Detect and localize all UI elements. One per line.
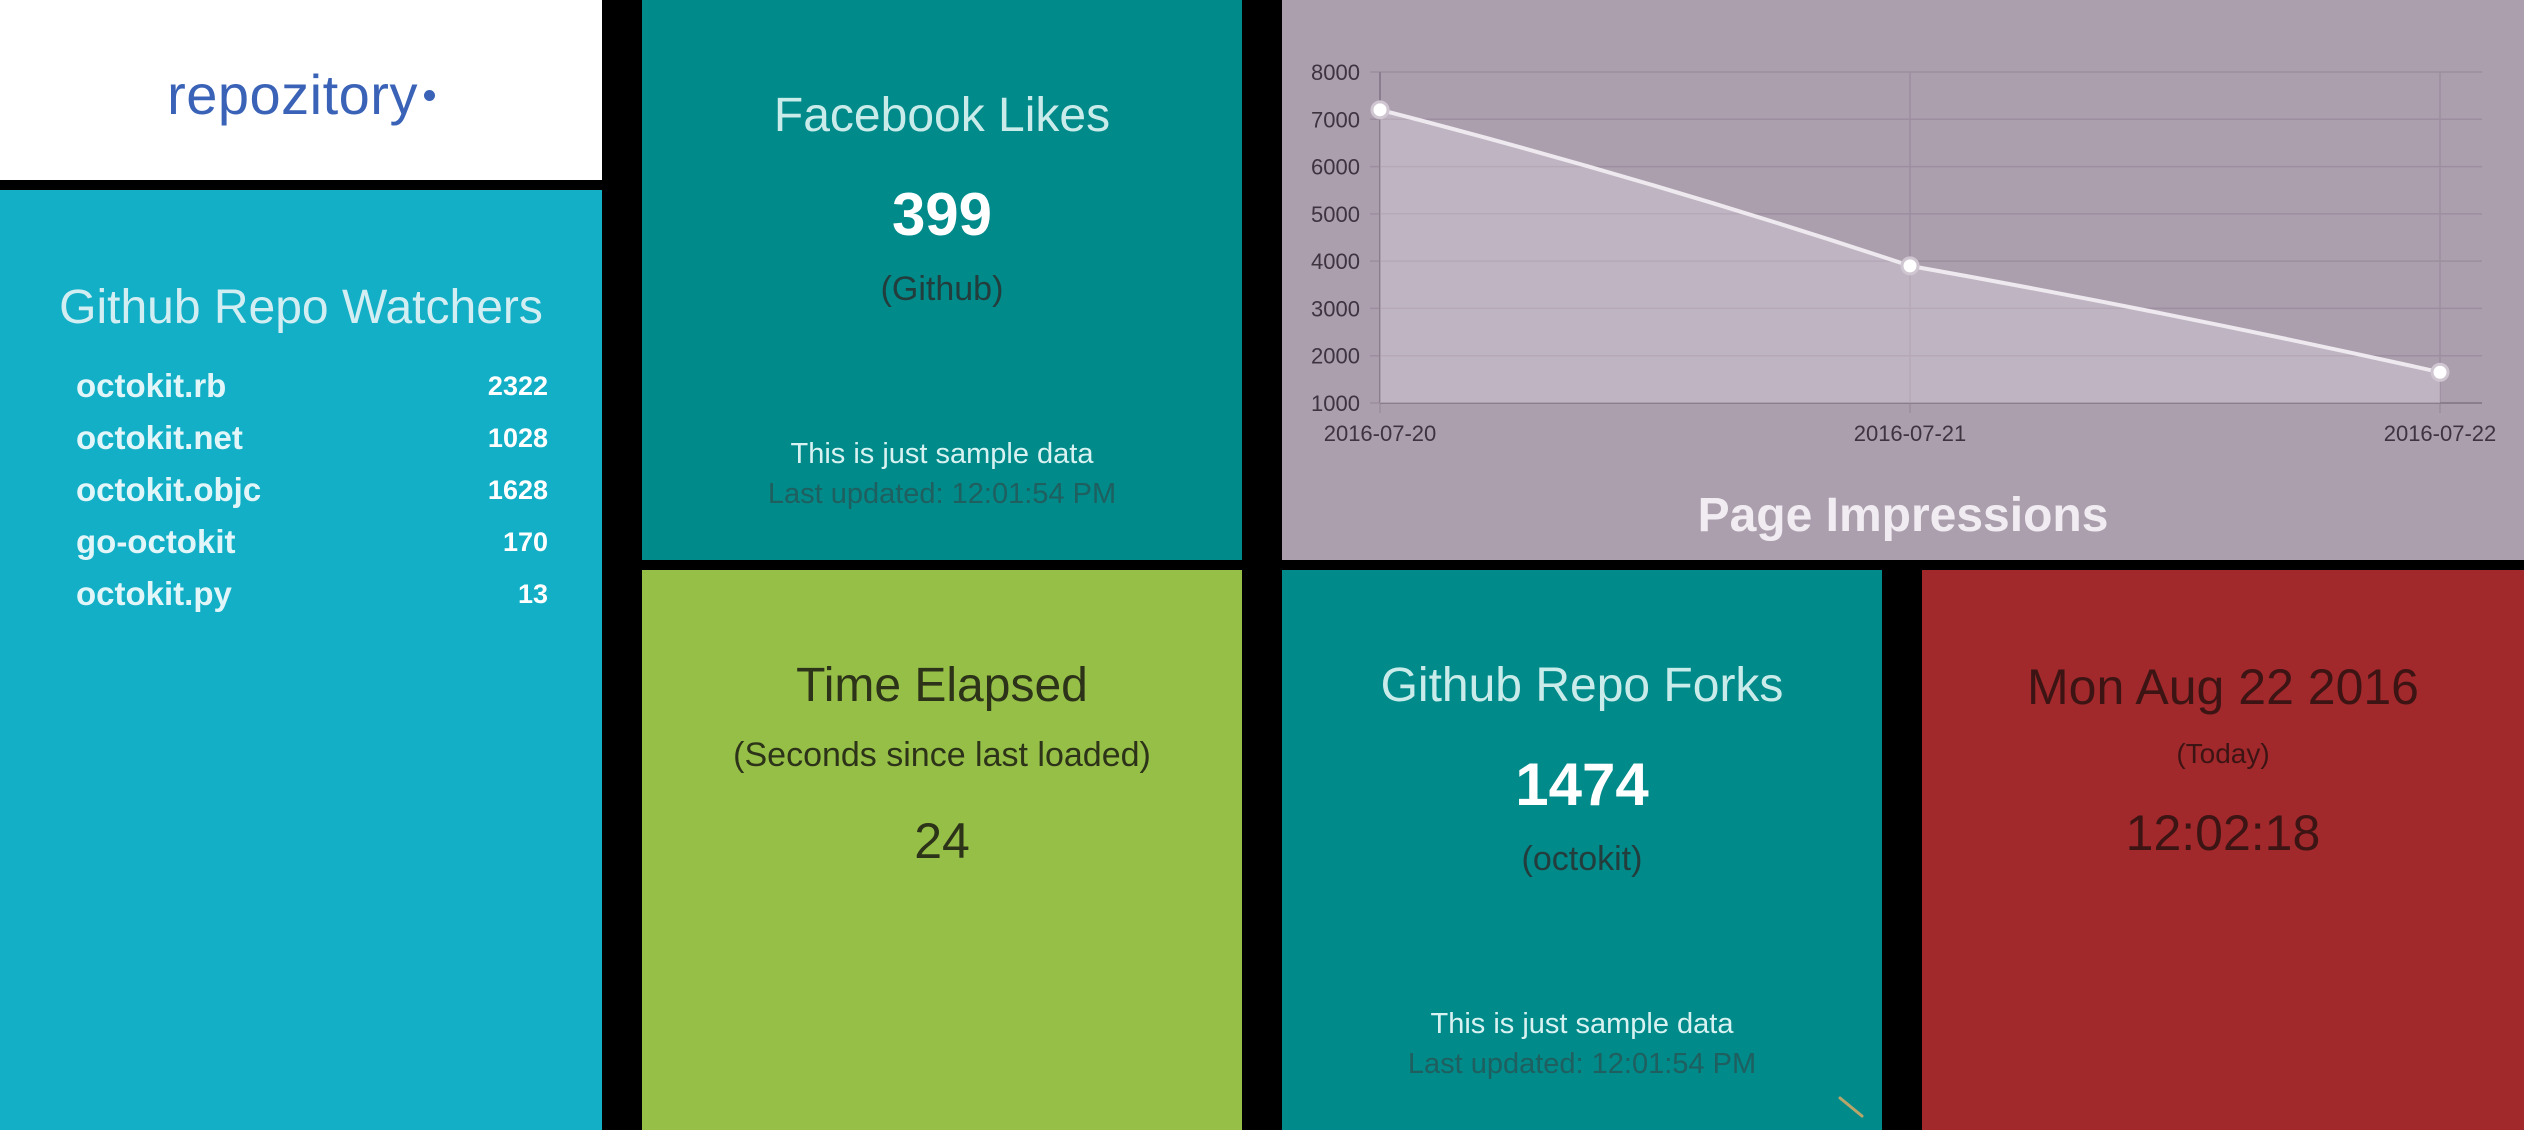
list-item-label: octokit.rb xyxy=(76,367,227,404)
chart-title: Page Impressions xyxy=(1697,489,2109,542)
logo: repozitory xyxy=(0,62,602,127)
widget-subtitle: (Seconds since last loaded) xyxy=(733,736,1151,774)
impressions-chart: 1000 2000 3000 4000 5000 6000 7000 8000 2016-07-… xyxy=(1311,60,2497,446)
facebook-likes-widget: Facebook Likes 399 (Github) This is just… xyxy=(642,0,1242,560)
list-item-value: 1628 xyxy=(487,474,548,505)
list-item: go-octokit 170 xyxy=(76,516,548,568)
list-item-value: 13 xyxy=(517,578,548,609)
x-tick-label: 2016-07-22 xyxy=(2384,421,2497,446)
widget-value: 1474 xyxy=(1515,751,1649,818)
widget-title: Github Repo Forks xyxy=(1380,659,1784,712)
watchers-widget: Github Repo Watchers octokit.rb 2322 oct… xyxy=(0,190,602,1130)
data-point xyxy=(1900,256,1920,276)
page-impressions-widget: 1000 2000 3000 4000 5000 6000 7000 8000 2016-07-… xyxy=(1282,0,2524,560)
y-tick-label: 6000 xyxy=(1311,155,1360,180)
clock-widget: Mon Aug 22 2016 (Today) 12:02:18 xyxy=(1922,570,2524,1130)
more-info: This is just sample data xyxy=(1430,1008,1734,1040)
list-item-value: 2322 xyxy=(487,370,548,401)
y-tick-label: 5000 xyxy=(1311,202,1360,227)
time-elapsed-widget: Time Elapsed (Seconds since last loaded)… xyxy=(642,570,1242,1130)
resize-handle-icon[interactable] xyxy=(1838,1094,1864,1120)
list-item-label: octokit.py xyxy=(76,575,232,612)
y-tick-label: 4000 xyxy=(1311,249,1360,274)
list-item: octokit.rb 2322 xyxy=(76,360,548,412)
widget-title: Github Repo Watchers xyxy=(59,281,543,334)
updated-at: Last updated: 12:01:54 PM xyxy=(767,478,1117,510)
widget-title: Time Elapsed xyxy=(796,659,1088,712)
list-item-label: go-octokit xyxy=(76,523,236,560)
updated-at: Last updated: 12:01:54 PM xyxy=(1407,1048,1757,1080)
data-point xyxy=(1370,100,1390,120)
watchers-list: octokit.rb 2322 octokit.net 1028 octokit… xyxy=(76,360,548,620)
x-tick-label: 2016-07-21 xyxy=(1854,421,1967,446)
logo-dot-icon xyxy=(423,89,435,101)
list-item: octokit.py 13 xyxy=(76,568,548,620)
y-tick-label: 2000 xyxy=(1311,344,1360,369)
list-item: octokit.objc 1628 xyxy=(76,464,548,516)
more-info: This is just sample data xyxy=(790,438,1094,470)
list-item-value: 1028 xyxy=(487,422,548,453)
repo-forks-widget: Github Repo Forks 1474 (octokit) This is… xyxy=(1282,570,1882,1130)
list-item: octokit.net 1028 xyxy=(76,412,548,464)
list-item-value: 170 xyxy=(502,526,548,557)
list-item-label: octokit.net xyxy=(76,419,243,456)
list-item-label: octokit.objc xyxy=(76,471,262,508)
widget-subtitle: (octokit) xyxy=(1521,840,1643,878)
widget-value: 399 xyxy=(891,181,993,248)
logo-tile: repozitory xyxy=(0,0,602,180)
current-time: 12:02:18 xyxy=(2125,805,2321,861)
y-tick-label: 3000 xyxy=(1311,296,1360,321)
x-tick-label: 2016-07-20 xyxy=(1324,421,1437,446)
widget-title: Facebook Likes xyxy=(773,89,1111,142)
y-tick-label: 8000 xyxy=(1311,60,1360,85)
y-tick-label: 7000 xyxy=(1311,107,1360,132)
logo-text: repozitory xyxy=(167,63,418,126)
widget-subtitle: (Github) xyxy=(880,270,1004,308)
data-point xyxy=(2430,362,2450,382)
current-date: Mon Aug 22 2016 xyxy=(2027,659,2419,715)
date-label: (Today) xyxy=(2176,738,2270,769)
y-tick-label: 1000 xyxy=(1311,391,1360,416)
widget-value: 24 xyxy=(914,813,970,869)
